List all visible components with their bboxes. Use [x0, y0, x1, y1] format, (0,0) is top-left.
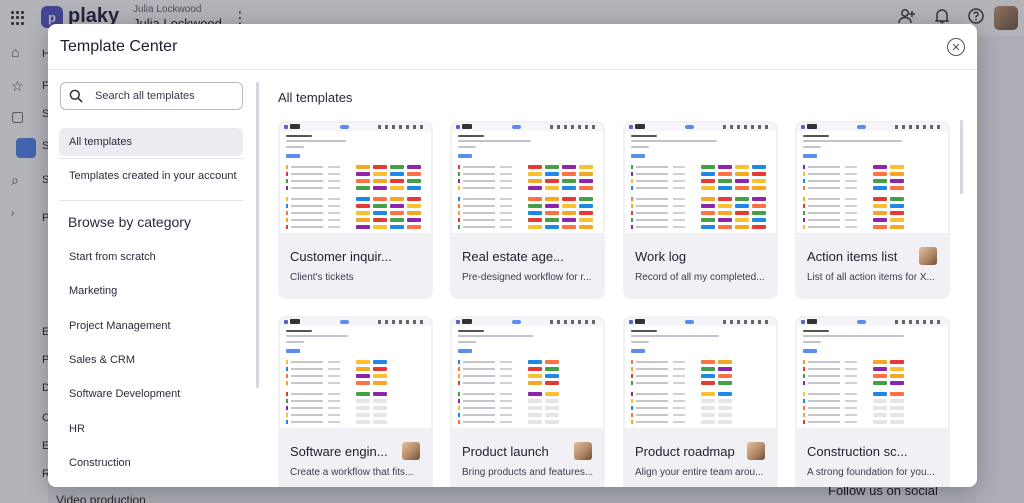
template-author-avatar [574, 442, 592, 460]
template-filter-panel: All templates Templates created in your … [48, 70, 254, 487]
template-card-customer-inquiries[interactable]: Customer inquir... Client's tickets [278, 121, 433, 299]
template-card-title: Work log [635, 249, 687, 264]
category-project-management[interactable]: Project Management [69, 320, 171, 332]
template-card-title: Software engin... [290, 444, 388, 459]
close-icon[interactable]: ✕ [947, 38, 965, 56]
template-preview-thumbnail [625, 123, 776, 233]
template-preview-thumbnail [452, 123, 603, 233]
template-preview-thumbnail [797, 123, 948, 233]
template-author-avatar [402, 442, 420, 460]
template-preview-thumbnail [625, 318, 776, 428]
nav-divider [59, 158, 243, 159]
template-card-work-log[interactable]: Work log Record of all my completed... [623, 121, 778, 299]
template-card-description: List of all action items for X... [807, 272, 935, 283]
template-card-title: Customer inquir... [290, 249, 392, 264]
templates-scrollbar[interactable] [960, 120, 963, 194]
nav-divider [59, 200, 243, 201]
search-icon [69, 89, 83, 103]
template-card-product-launch[interactable]: Product launch Bring products and feature… [450, 316, 605, 487]
category-sales-crm[interactable]: Sales & CRM [69, 354, 135, 366]
template-card-action-items-list[interactable]: Action items list List of all action item… [795, 121, 950, 299]
template-card-title: Real estate age... [462, 249, 564, 264]
template-card-title: Product roadmap [635, 444, 735, 459]
template-author-avatar [747, 442, 765, 460]
template-card-description: Record of all my completed... [635, 272, 765, 283]
template-card-description: Client's tickets [290, 272, 354, 283]
template-card-title: Action items list [807, 249, 898, 264]
template-author-avatar [919, 247, 937, 265]
template-card-product-roadmap[interactable]: Product roadmap Align your entire team ar… [623, 316, 778, 487]
template-card-software-engineering[interactable]: Software engin... Create a workflow that … [278, 316, 433, 487]
template-preview-thumbnail [452, 318, 603, 428]
nav-all-templates[interactable]: All templates [59, 128, 243, 156]
template-card-construction-schedule[interactable]: Construction sc... A strong foundation fo… [795, 316, 950, 487]
modal-header: Template Center ✕ [48, 24, 977, 70]
template-card-description: A strong foundation for you... [807, 467, 935, 478]
browse-category-heading: Browse by category [68, 214, 191, 230]
template-card-real-estate-agency[interactable]: Real estate age... Pre-designed workflow … [450, 121, 605, 299]
category-software-development[interactable]: Software Development [69, 388, 180, 400]
template-center-modal: Template Center ✕ All templates Template… [48, 24, 977, 487]
left-panel-scrollbar[interactable] [256, 82, 259, 388]
template-preview-thumbnail [280, 318, 431, 428]
search-templates-box[interactable] [60, 82, 243, 110]
template-preview-thumbnail [280, 123, 431, 233]
search-templates-input[interactable] [95, 90, 235, 102]
all-templates-heading: All templates [278, 90, 353, 105]
modal-title: Template Center [60, 38, 178, 55]
category-hr[interactable]: HR [69, 423, 85, 435]
template-card-description: Create a workflow that fits... [290, 467, 414, 478]
category-marketing[interactable]: Marketing [69, 285, 117, 297]
template-card-title: Construction sc... [807, 444, 908, 459]
template-card-description: Pre-designed workflow for r... [462, 272, 592, 283]
template-card-description: Align your entire team arou... [635, 467, 764, 478]
category-start-from-scratch[interactable]: Start from scratch [69, 251, 156, 263]
nav-account-templates[interactable]: Templates created in your account [59, 162, 243, 190]
template-preview-thumbnail [797, 318, 948, 428]
category-construction[interactable]: Construction [69, 457, 131, 469]
template-card-description: Bring products and features... [462, 467, 594, 478]
template-card-title: Product launch [462, 444, 549, 459]
